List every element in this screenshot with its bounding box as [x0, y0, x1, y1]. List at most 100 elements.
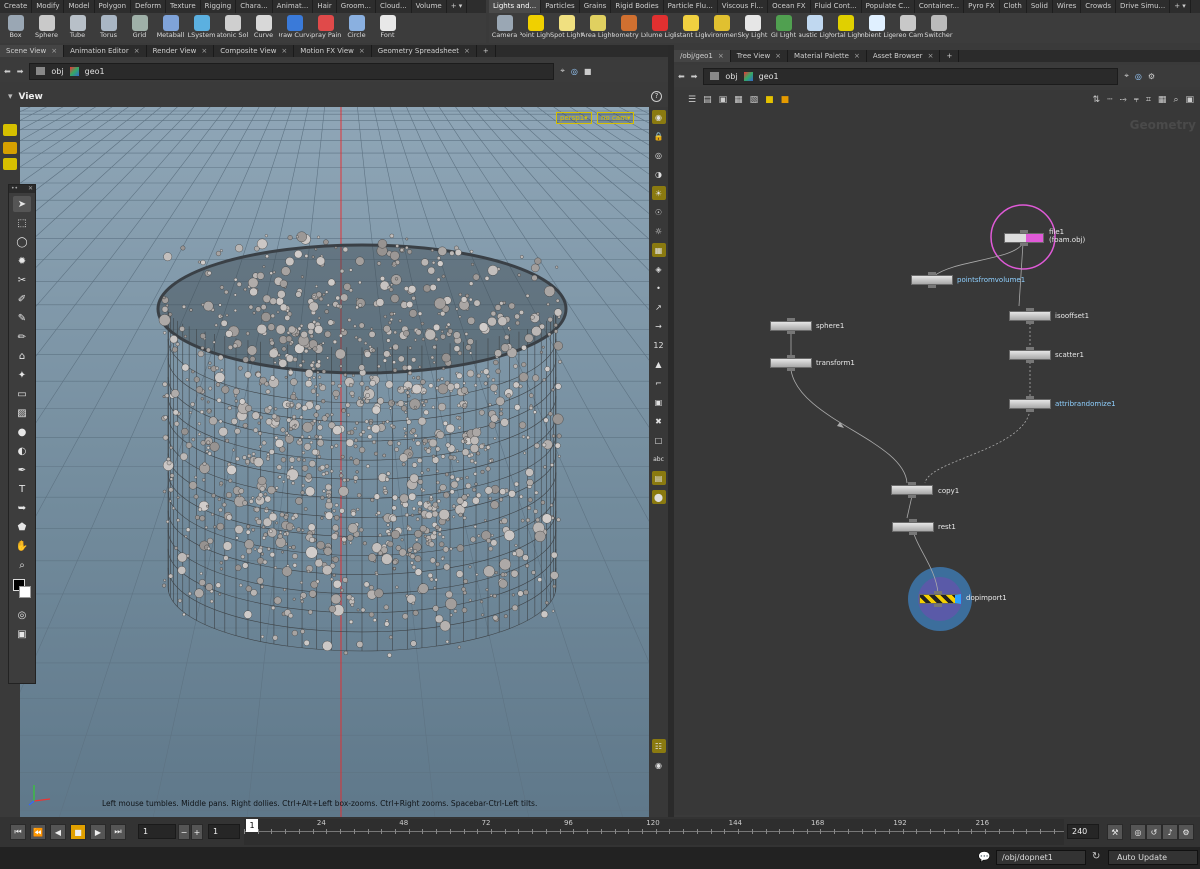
shelf-tool-right-3[interactable]: Area Light — [582, 13, 613, 43]
shelf-tool-right-5[interactable]: Volume Light — [644, 13, 675, 43]
zoom-icon[interactable]: ⌕ — [13, 557, 31, 573]
play-button[interactable]: ▶ — [90, 824, 106, 840]
shelf-tool-left-9[interactable]: Draw Curve — [279, 13, 310, 43]
shelf-tab-left-10[interactable]: Groom... — [337, 0, 376, 13]
shelf-tool-left-1[interactable]: Sphere — [31, 13, 62, 43]
abc-icon[interactable]: abc — [652, 452, 666, 466]
color-swatches[interactable] — [9, 577, 35, 603]
network-path-selector[interactable]: /obj/dopnet1 — [996, 850, 1086, 865]
shelf-tab-right-5[interactable]: Viscous Fl... — [718, 0, 769, 13]
frame-minus-button[interactable]: − — [178, 824, 190, 840]
current-frame-field[interactable]: 1 — [138, 824, 176, 839]
crop-icon[interactable]: ✂ — [13, 272, 31, 288]
origin-icon[interactable]: ✖ — [652, 414, 666, 428]
brush-select-icon[interactable]: ✹ — [13, 253, 31, 269]
left-pane-tab-5[interactable]: Geometry Spreadsheet × — [372, 45, 477, 57]
refresh-icon[interactable]: ↻ — [1092, 851, 1100, 862]
stop-button[interactable]: ■ — [70, 824, 86, 840]
forward-arrow-icon[interactable]: ➡ — [691, 72, 698, 81]
shelf-tool-right-1[interactable]: Point Light — [520, 13, 551, 43]
path-network[interactable]: obj — [725, 72, 737, 81]
shelf-tool-right-4[interactable]: Geometry L... — [613, 13, 644, 43]
uv-icon[interactable]: ⌐ — [652, 376, 666, 390]
back-arrow-icon[interactable]: ⬅ — [4, 67, 11, 76]
search-icon[interactable]: ⌕ — [1173, 95, 1178, 105]
left-pane-tab-3[interactable]: Composite View × — [214, 45, 295, 57]
shelf-tool-right-2[interactable]: Spot Light — [551, 13, 582, 43]
left-pane-tab-2[interactable]: Render View × — [147, 45, 215, 57]
lasso-icon[interactable]: ◯ — [13, 234, 31, 250]
camera-menu[interactable]: persp1▾ — [556, 112, 592, 124]
light-bulb-icon[interactable]: ⬤ — [651, 490, 666, 504]
right-pane-tab-1[interactable]: Tree View × — [731, 50, 789, 62]
node-dopimport1[interactable] — [919, 591, 961, 607]
shelf-tab-left-0[interactable]: Create — [0, 0, 33, 13]
tab-close-icon[interactable]: × — [854, 50, 860, 62]
path-select-icon[interactable]: ➥ — [13, 500, 31, 516]
key-icon[interactable]: ⚒ — [1107, 824, 1123, 840]
flow-icon[interactable]: ⤑ — [1120, 95, 1127, 105]
path-node[interactable]: geo1 — [759, 72, 779, 81]
chat-icon[interactable]: 💬 — [978, 852, 990, 863]
shelf-tool-left-12[interactable]: Font — [372, 13, 403, 43]
tool-palette-handle[interactable]: •• ✕ — [9, 185, 35, 193]
display-menu[interactable]: no cam▾ — [597, 112, 635, 124]
shelf-tool-left-11[interactable]: Circle — [341, 13, 372, 43]
prim-icon[interactable]: ▲ — [652, 357, 666, 371]
options-icon[interactable]: ⚙ — [1178, 824, 1194, 840]
dodge-icon[interactable]: ◐ — [13, 443, 31, 459]
shelf-tab-right-9[interactable]: Container... — [915, 0, 965, 13]
right-pane-tab-0[interactable]: /obj/geo1 × — [674, 50, 731, 62]
left-path-field[interactable]: obj geo1 — [29, 62, 555, 80]
shelf-tab-left-4[interactable]: Deform — [131, 0, 167, 13]
normals-icon[interactable]: ↗ — [652, 300, 666, 314]
frame-plus-button[interactable]: + — [191, 824, 203, 840]
headlight-icon[interactable]: ☼ — [652, 224, 666, 238]
shelf-tab-left-3[interactable]: Polygon — [95, 0, 132, 13]
network-editor[interactable]: Geometry file1 (foam.obj) pointsfromvolu… — [674, 110, 1200, 815]
shelf-tab-left-5[interactable]: Texture — [166, 0, 201, 13]
shelf-tool-left-8[interactable]: Curve — [248, 13, 279, 43]
shelf-tool-left-0[interactable]: Box — [0, 13, 31, 43]
shelf-tab-left-9[interactable]: Hair — [313, 0, 337, 13]
jump-end-button[interactable]: ⏭ — [110, 824, 126, 840]
screen-mode-icon[interactable]: ▣ — [13, 626, 31, 642]
scene-viewport[interactable]: persp1▾ no cam▾ Left mouse tumbles. Midd… — [20, 107, 649, 817]
shelf-tool-right-6[interactable]: Distant Light — [675, 13, 706, 43]
shelf-tool-left-6[interactable]: LSystem — [186, 13, 217, 43]
display-options-icon[interactable]: ■ — [584, 67, 592, 76]
select-mode-icon[interactable] — [3, 158, 17, 170]
shelf-tool-left-5[interactable]: Metaball — [155, 13, 186, 43]
node-rest1[interactable] — [892, 519, 934, 535]
viewport-menu-icon[interactable]: ▾ — [8, 92, 13, 102]
display-mode-icon[interactable]: ◉ — [651, 110, 666, 124]
link-icon[interactable]: ◎ — [571, 67, 578, 76]
tab-close-icon[interactable]: × — [134, 45, 140, 57]
shelf-tab-right-1[interactable]: Particles — [541, 0, 580, 13]
close-icon[interactable]: ✕ — [28, 185, 33, 193]
shelf-tab-right-4[interactable]: Particle Flu... — [664, 0, 718, 13]
shelf-tool-left-2[interactable]: Tube — [62, 13, 93, 43]
snap-icon[interactable] — [3, 124, 17, 136]
left-pane-tab-4[interactable]: Motion FX View × — [294, 45, 372, 57]
loop-icon[interactable]: ↺ — [1146, 824, 1162, 840]
shelf-tab-right-3[interactable]: Rigid Bodies — [611, 0, 664, 13]
network-grid-icon[interactable]: ▦ — [1158, 95, 1167, 105]
shelf-tab-right-6[interactable]: Ocean FX — [768, 0, 811, 13]
eye-icon[interactable]: ◉ — [652, 758, 666, 772]
network-box-icon[interactable]: ■ — [781, 95, 790, 105]
image-icon[interactable]: ▧ — [750, 95, 759, 105]
select-arrow-icon[interactable]: ➤ — [13, 196, 31, 212]
vector-icon[interactable]: → — [652, 319, 666, 333]
wire-style-icon[interactable]: ┄ — [1107, 95, 1112, 105]
shelf-tab-left-8[interactable]: Animat... — [273, 0, 314, 13]
shelf-tool-right-9[interactable]: GI Light — [768, 13, 799, 43]
settings-icon[interactable]: ⚙ — [1148, 72, 1155, 81]
background-icon[interactable]: ▤ — [651, 471, 666, 485]
lock-icon[interactable]: 🔒 — [652, 129, 666, 143]
shelf-tab-left-7[interactable]: Chara... — [236, 0, 273, 13]
note-icon[interactable]: ■ — [765, 95, 774, 105]
visibility-icon[interactable]: ◈ — [652, 262, 666, 276]
shelf-tool-left-10[interactable]: Spray Paint — [310, 13, 341, 43]
shelf-tab-left-1[interactable]: Modify — [32, 0, 65, 13]
